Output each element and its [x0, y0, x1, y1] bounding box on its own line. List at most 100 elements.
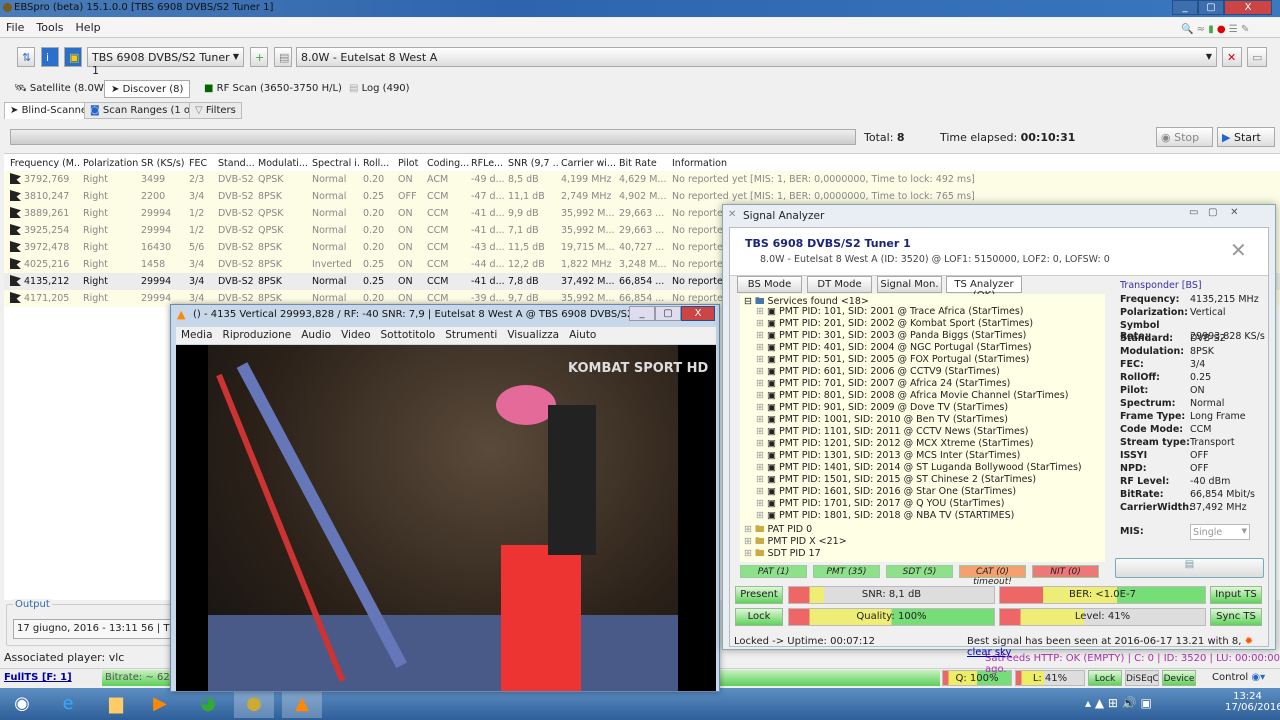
start-button[interactable]: ▶ Start — [1217, 127, 1275, 147]
subtab-filters[interactable]: ▽ Filters — [189, 102, 242, 119]
table-row[interactable]: 3810,247 Right 2200 3/4 DVB-S2 8PSK Normal 0.25… — [4, 188, 1280, 205]
service-node[interactable]: ⊞ ▣ PMT PID: 1001, SID: 2010 @ Ben TV (S… — [740, 414, 1105, 426]
column-header[interactable]: Spectral i... — [312, 158, 360, 169]
service-node[interactable]: ⊞ ▣ PMT PID: 701, SID: 2007 @ Africa 24 … — [740, 378, 1105, 390]
service-node[interactable]: ⊞ ▣ PMT PID: 1601, SID: 2016 @ Star One … — [740, 486, 1105, 498]
tab-satellite[interactable]: 🛰 Satellite (8.0W) — [8, 80, 114, 98]
column-header[interactable]: Frequency (M... — [10, 158, 80, 169]
chrome-icon[interactable]: ◕ — [188, 690, 228, 718]
analyzer-window-controls[interactable]: ▭ ▢ ✕ — [1189, 207, 1239, 218]
expand-icon[interactable]: ⊞ — [756, 474, 767, 485]
tray-icons[interactable]: ▴ ▲ ⊞ 🔊 ▣ — [1085, 696, 1152, 710]
expand-icon[interactable]: ⊞ — [756, 330, 767, 341]
vlc-menu-item[interactable]: Media — [176, 327, 218, 343]
expand-icon[interactable]: ⊞ — [756, 426, 767, 437]
tree-node[interactable]: ⊞ 🖿 SDT PID 17 — [740, 546, 1105, 559]
mis-select[interactable]: Single ▼ — [1190, 524, 1250, 540]
ts-analyzer-tab[interactable]: TS Analyzer (OK) — [946, 276, 1022, 301]
expand-icon[interactable]: ⊞ — [756, 366, 767, 377]
lock-button[interactable]: ▣ — [64, 47, 82, 67]
expand-icon[interactable]: ⊞ — [756, 402, 767, 413]
tab-rf-scan[interactable]: ■ RF Scan (3650-3750 H/L) — [198, 80, 348, 98]
column-header[interactable]: Polarization — [83, 158, 138, 169]
analyzer-action-button[interactable]: ▤ — [1115, 558, 1264, 578]
expand-icon[interactable]: ⊞ — [756, 438, 767, 449]
column-header[interactable]: SNR (9,7 ... — [508, 158, 558, 169]
column-header[interactable]: Coding... — [427, 158, 469, 169]
vlc-menu-item[interactable]: Sottotitolo — [376, 327, 441, 343]
vlc-menu-item[interactable]: Visualizza — [502, 327, 564, 343]
service-node[interactable]: ⊞ ▣ PMT PID: 501, SID: 2005 @ FOX Portug… — [740, 354, 1105, 366]
expand-icon[interactable]: ⊞ — [756, 498, 767, 509]
save-button[interactable]: ▭ — [1247, 47, 1267, 67]
start-menu-icon[interactable]: ◉ — [2, 690, 42, 718]
media-player-icon[interactable]: ▶ — [140, 690, 180, 718]
vlc-maximize-button[interactable]: ▢ — [655, 306, 681, 321]
tree-node[interactable]: ⊞ 🖿 PAT PID 0 — [740, 522, 1105, 535]
service-node[interactable]: ⊞ ▣ PMT PID: 601, SID: 2006 @ CCTV9 (Sta… — [740, 366, 1105, 378]
services-root[interactable]: ⊟ 🖿 Services found <18> — [740, 294, 1105, 307]
output-field[interactable]: 17 giugno, 2016 - 13:11 56 | TBS 69 — [13, 619, 178, 639]
vlc-menu-item[interactable]: Video — [336, 327, 375, 343]
column-header[interactable]: FEC — [189, 158, 214, 169]
service-node[interactable]: ⊞ ▣ PMT PID: 901, SID: 2009 @ Dove TV (S… — [740, 402, 1105, 414]
dt-mode-button[interactable]: DT Mode — [807, 276, 872, 293]
vlc-menu-item[interactable]: Strumenti — [440, 327, 502, 343]
stop-button[interactable]: ◉ Stop — [1156, 127, 1213, 147]
clock[interactable]: 13:24 17/06/2016 — [1225, 691, 1280, 713]
service-node[interactable]: ⊞ ▣ PMT PID: 1701, SID: 2017 @ Q YOU (St… — [740, 498, 1105, 510]
new-button[interactable]: + — [250, 47, 268, 67]
satellite-select[interactable]: 8.0W - Eutelsat 8 West A ▼ — [296, 47, 1217, 67]
expand-icon[interactable]: ⊞ — [756, 354, 767, 365]
signal-mon-button[interactable]: Signal Mon. — [877, 276, 942, 293]
service-node[interactable]: ⊞ ▣ PMT PID: 101, SID: 2001 @ Trace Afri… — [740, 306, 1105, 318]
expand-icon[interactable]: ⊞ — [756, 414, 767, 425]
fullts-link[interactable]: FullTS [F: 1] — [4, 672, 72, 683]
column-header[interactable]: Pilot — [398, 158, 426, 169]
service-node[interactable]: ⊞ ▣ PMT PID: 201, SID: 2002 @ Kombat Spo… — [740, 318, 1105, 330]
expand-icon[interactable]: ⊞ — [756, 486, 767, 497]
table-row[interactable]: 3792,769 Right 3499 2/3 DVB-S2 QPSK Normal 0.20… — [4, 171, 1280, 188]
toolbar-icons[interactable]: 🔍 ≈ ▮ ● ☰ ✎ — [1175, 21, 1255, 38]
clear-sky-link[interactable]: clear sky — [967, 647, 1011, 658]
bs-mode-button[interactable]: BS Mode — [737, 276, 802, 293]
expand-icon[interactable]: ⊞ — [756, 390, 767, 401]
service-node[interactable]: ⊞ ▣ PMT PID: 1801, SID: 2018 @ NBA TV (S… — [740, 510, 1105, 522]
vlc-minimize-button[interactable]: _ — [629, 306, 655, 321]
menu-tools[interactable]: Tools — [30, 18, 69, 37]
explorer-icon[interactable]: ▆ — [96, 690, 136, 718]
column-header[interactable]: Roll... — [363, 158, 395, 169]
maximize-button[interactable]: ▢ — [1198, 0, 1224, 15]
service-node[interactable]: ⊞ ▣ PMT PID: 401, SID: 2004 @ NGC Portug… — [740, 342, 1105, 354]
column-header[interactable]: Carrier wi... — [561, 158, 616, 169]
close-button[interactable]: X — [1224, 0, 1272, 15]
ebspro-icon[interactable]: ● — [234, 690, 274, 718]
column-header[interactable]: RFLe... — [471, 158, 506, 169]
video-frame[interactable]: KOMBAT SPORT HD — [176, 345, 716, 691]
tree-node[interactable]: ⊞ 🖿 PMT PID X <21> — [740, 534, 1105, 547]
refresh-button[interactable]: ⇅ — [17, 47, 35, 67]
service-node[interactable]: ⊞ ▣ PMT PID: 801, SID: 2008 @ Africa Mov… — [740, 390, 1105, 402]
expand-icon[interactable]: ⊞ — [756, 378, 767, 389]
vlc-close-button[interactable]: X — [681, 306, 715, 321]
expand-icon[interactable]: ⊟ — [744, 296, 755, 307]
expand-icon[interactable]: ⊞ — [756, 462, 767, 473]
column-header[interactable]: Modulati... — [258, 158, 310, 169]
expand-icon[interactable]: ⊞ — [756, 318, 767, 329]
column-header[interactable]: Stand... — [218, 158, 256, 169]
vlc-icon[interactable]: ▲ — [282, 690, 322, 718]
column-header[interactable]: SR (KS/s) — [141, 158, 186, 169]
service-node[interactable]: ⊞ ▣ PMT PID: 1501, SID: 2015 @ ST Chines… — [740, 474, 1105, 486]
tuner-select[interactable]: TBS 6908 DVBS/S2 Tuner 1 ▼ — [87, 47, 244, 77]
services-tree[interactable]: ⊟ 🖿 Services found <18> ⊞ ▣ PMT PID: 101,… — [740, 294, 1105, 562]
ie-icon[interactable]: e — [48, 690, 88, 718]
edit-button[interactable]: ▤ — [274, 47, 292, 67]
tab-log[interactable]: ▤ Log (490) — [343, 80, 416, 98]
service-node[interactable]: ⊞ ▣ PMT PID: 301, SID: 2003 @ Panda Bigg… — [740, 330, 1105, 342]
vlc-menu-item[interactable]: Riproduzione — [218, 327, 297, 343]
service-node[interactable]: ⊞ ▣ PMT PID: 1101, SID: 2011 @ CCTV News… — [740, 426, 1105, 438]
vlc-menu-item[interactable]: Audio — [296, 327, 336, 343]
column-header[interactable]: Bit Rate — [619, 158, 669, 169]
menu-file[interactable]: File — [0, 18, 30, 37]
service-node[interactable]: ⊞ ▣ PMT PID: 1201, SID: 2012 @ MCX Xtrem… — [740, 438, 1105, 450]
